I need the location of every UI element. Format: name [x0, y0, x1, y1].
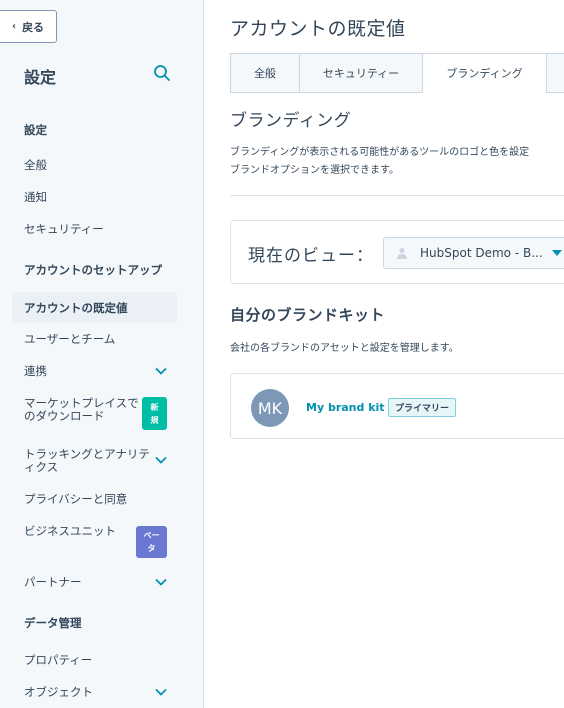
chevron-down-icon[interactable]	[155, 688, 167, 696]
sidebar-section-settings: 設定	[24, 123, 47, 137]
divider	[230, 195, 564, 196]
new-badge: 新 規	[142, 397, 167, 430]
sidebar-item-users-teams[interactable]: ユーザーとチーム	[12, 331, 177, 347]
sidebar-item-general[interactable]: 全般	[12, 157, 177, 173]
chevron-down-icon[interactable]	[155, 578, 167, 586]
section-title: ブランディング	[230, 111, 352, 131]
current-view-label: 現在のビュー：	[248, 246, 374, 266]
sidebar-item-notifications[interactable]: 通知	[12, 189, 177, 205]
branding-description: ブランディングが表示される可能性があるツールのロゴと色を設定 ブランドオプション…	[230, 147, 530, 176]
brand-kit-link[interactable]: My brand kit	[306, 401, 385, 414]
view-select-dropdown[interactable]: HubSpot Demo - B...	[383, 237, 564, 269]
chevron-down-icon[interactable]	[155, 456, 167, 464]
back-button-label: 戻る	[22, 20, 45, 34]
tab-general[interactable]: 全般	[230, 53, 300, 93]
current-view-panel: 現在のビュー： HubSpot Demo - B...	[230, 220, 564, 284]
beta-badge: ベー タ	[136, 526, 167, 558]
sidebar-item-objects[interactable]: オブジェクト	[12, 684, 177, 700]
view-select-value: HubSpot Demo - B...	[420, 246, 543, 260]
chevron-left-icon: ‹	[11, 21, 17, 32]
tab-branding[interactable]: ブランディング	[422, 53, 547, 93]
brand-kit-description: 会社の各ブランドのアセットと設定を管理します。	[230, 343, 459, 354]
sidebar-item-label: アカウントの既定値	[24, 300, 128, 315]
page-title: アカウントの既定値	[230, 18, 406, 40]
caret-down-icon	[552, 250, 562, 256]
tab-bar: 全般 セキュリティー ブランディング	[230, 53, 564, 93]
sidebar-section-account-setup: アカウントのセットアップ	[24, 263, 162, 277]
sidebar-item-partners[interactable]: パートナー	[12, 574, 177, 590]
primary-tag: プライマリー	[388, 398, 457, 417]
brand-kit-title: 自分のブランドキット	[230, 306, 386, 324]
main-content: アカウントの既定値 全般 セキュリティー ブランディング ブランディング ブラン…	[205, 0, 564, 708]
tab-more[interactable]	[546, 53, 564, 93]
sidebar-item-properties[interactable]: プロパティー	[12, 652, 177, 668]
sidebar-item-label: 連携	[24, 364, 47, 378]
sidebar-title: 設定	[24, 68, 57, 87]
sidebar-item-account-defaults[interactable]: アカウントの既定値	[12, 292, 177, 323]
sidebar-section-data-management: データ管理	[24, 616, 82, 630]
user-icon	[397, 248, 407, 259]
search-icon[interactable]	[153, 64, 171, 82]
chevron-down-icon[interactable]	[155, 367, 167, 375]
sidebar-item-tracking-analytics[interactable]: トラッキングとアナリテ ィクス	[12, 448, 177, 474]
sidebar-item-label: オブジェクト	[24, 685, 93, 699]
brand-kit-card: MK My brand kit プライマリー	[230, 373, 564, 439]
settings-sidebar: ‹ 戻る 設定 設定 全般 通知 セキュリティー アカウントのセットアップ アカ…	[0, 0, 204, 708]
sidebar-item-label: パートナー	[24, 575, 82, 589]
tab-security[interactable]: セキュリティー	[299, 53, 423, 93]
avatar: MK	[251, 389, 289, 427]
sidebar-item-integrations[interactable]: 連携	[12, 363, 177, 379]
sidebar-item-privacy-consent[interactable]: プライバシーと同意	[12, 491, 177, 507]
sidebar-item-security[interactable]: セキュリティー	[12, 221, 177, 237]
back-button[interactable]: ‹ 戻る	[0, 10, 57, 43]
